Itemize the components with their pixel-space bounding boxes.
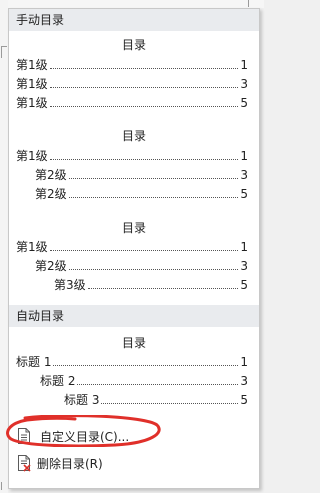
dot-leader (49, 86, 239, 88)
toc-row: 第3级 5 (54, 277, 248, 293)
dot-leader (101, 402, 239, 404)
toc-row-label: 第1级 (16, 240, 48, 254)
toc-row-page: 1 (240, 240, 248, 254)
dot-leader (49, 105, 239, 107)
toc-style-title: 目录 (121, 38, 146, 52)
margin-mark (1, 46, 7, 58)
toc-row-label: 标题 3 (64, 393, 100, 407)
dot-leader (49, 249, 239, 251)
toc-row: 标题 2 3 (40, 373, 248, 389)
custom-toc-button[interactable]: 自定义目录(C)... (9, 425, 259, 447)
toc-row: 第1级 1 (16, 148, 248, 164)
toc-row-page: 3 (240, 259, 248, 273)
toc-row-label: 第2级 (35, 168, 67, 182)
toc-row-page: 5 (240, 96, 248, 110)
dot-leader (68, 268, 239, 270)
toc-row-page: 3 (240, 168, 248, 182)
toc-row: 标题 3 5 (64, 392, 248, 408)
toc-row-label: 第2级 (35, 259, 67, 273)
dot-leader (87, 287, 239, 289)
toc-row-label: 第1级 (16, 96, 48, 110)
dot-leader (53, 364, 239, 366)
window-edge (0, 0, 8, 493)
toc-row-label: 第2级 (35, 187, 67, 201)
toc-row-page: 5 (240, 278, 248, 292)
toc-row-label: 第1级 (16, 58, 48, 72)
toc-row: 第2级 3 (35, 167, 248, 183)
custom-toc-label: 自定义目录(C)... (40, 429, 130, 444)
toc-row-page: 3 (240, 77, 248, 91)
toc-row: 第2级 3 (35, 258, 248, 274)
toc-row-label: 第3级 (54, 278, 86, 292)
toc-row-label: 标题 1 (16, 355, 52, 369)
dot-leader (68, 196, 239, 198)
margin-mark-bottom (1, 482, 7, 490)
toc-row-label: 第1级 (16, 149, 48, 163)
toc-dropdown-menu: 手动目录 目录 第1级 1 第1级 3 第1级 5 目录 第1级 1 第2级 3 第2级 5… (6, 8, 260, 489)
dot-leader (77, 383, 239, 385)
manual-toc-header: 手动目录 (9, 9, 259, 31)
toc-row: 第1级 1 (16, 57, 248, 73)
document-icon (16, 427, 32, 445)
toc-row: 第1级 1 (16, 239, 248, 255)
delete-toc-button[interactable]: 删除目录(R) (9, 452, 259, 474)
toc-row-page: 1 (240, 149, 248, 163)
auto-toc-header: 自动目录 (9, 305, 259, 327)
toc-row: 第1级 3 (16, 76, 248, 92)
toc-row-page: 1 (240, 58, 248, 72)
toc-style-title: 目录 (121, 336, 146, 350)
toc-row-label: 标题 2 (40, 374, 76, 388)
document-delete-icon (16, 454, 32, 472)
toc-row-page: 5 (240, 187, 248, 201)
dot-leader (68, 177, 239, 179)
toc-row: 标题 1 1 (16, 354, 248, 370)
delete-toc-label: 删除目录(R) (37, 456, 103, 471)
toc-row-page: 5 (240, 393, 248, 407)
toc-row-label: 第1级 (16, 77, 48, 91)
ruler-tick (248, 0, 249, 7)
window-background (0, 0, 264, 8)
toc-row-page: 1 (240, 355, 248, 369)
toc-row-page: 3 (240, 374, 248, 388)
toc-row: 第1级 5 (16, 95, 248, 111)
toc-row: 第2级 5 (35, 186, 248, 202)
dot-leader (49, 67, 239, 69)
toc-style-title: 目录 (121, 129, 146, 143)
toc-style-title: 目录 (121, 221, 146, 235)
dot-leader (49, 158, 239, 160)
